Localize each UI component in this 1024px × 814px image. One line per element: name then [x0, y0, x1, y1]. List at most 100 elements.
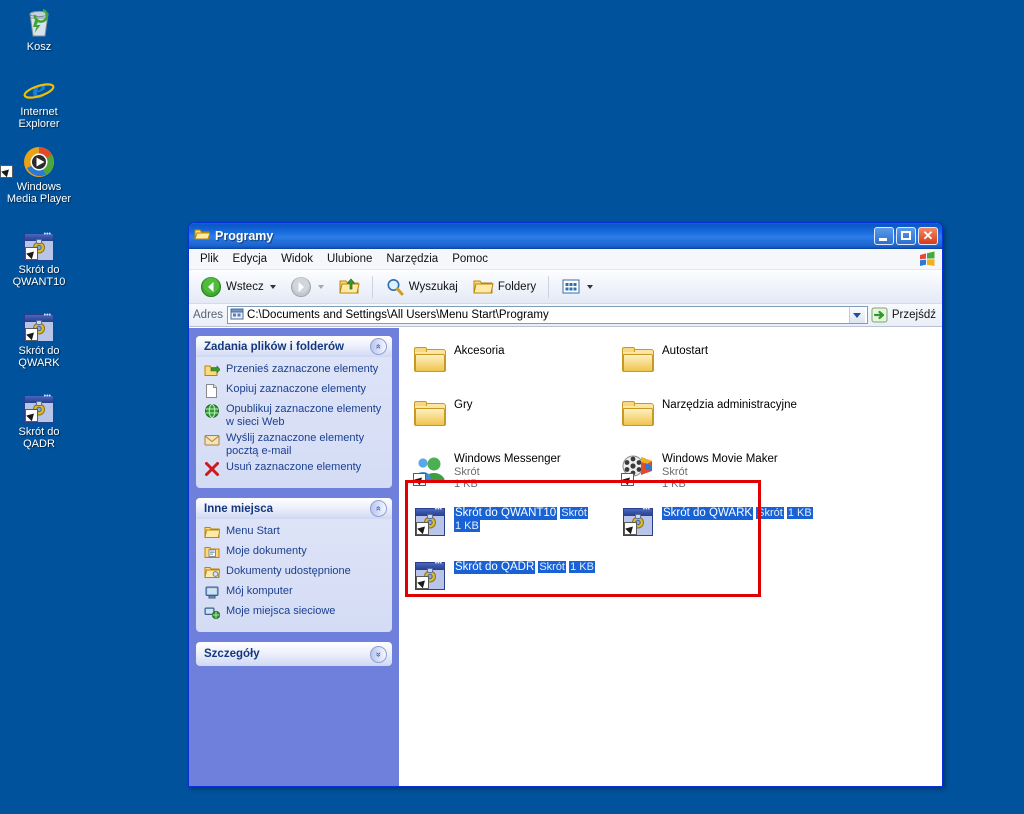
views-button[interactable]	[555, 274, 599, 300]
task-label: Przenieś zaznaczone elementy	[226, 363, 379, 375]
gear-window-icon	[0, 227, 78, 261]
chevron-down-icon[interactable]	[587, 284, 594, 289]
publish-web-icon	[204, 403, 220, 419]
menu-item-pomoc[interactable]: Pomoc	[445, 251, 495, 267]
place-my-computer[interactable]: Mój komputer	[204, 585, 386, 601]
panel-title: Zadania plików i folderów	[204, 340, 344, 353]
media-player-icon	[0, 144, 78, 178]
task-label: Opublikuj zaznaczone elementy w sieci We…	[226, 403, 382, 428]
file-type: Skrót	[662, 466, 688, 478]
panel-title: Szczegóły	[204, 648, 260, 660]
desktop-icon-windows-media-player[interactable]: Windows Media Player	[0, 144, 78, 205]
back-button[interactable]: Wstecz	[194, 272, 282, 302]
task-move-items[interactable]: Przenieś zaznaczone elementy	[204, 363, 386, 379]
desktop-icon-label: Skrót do QWANT10	[12, 264, 66, 288]
place-menu-start[interactable]: Menu Start	[204, 525, 386, 541]
address-value: C:\Documents and Settings\All Users\Menu…	[247, 309, 549, 321]
panel-header[interactable]: Inne miejsca «	[196, 498, 392, 519]
menu-item-plik[interactable]: Plik	[193, 251, 226, 267]
panel-body: Przenieś zaznaczone elementy Kopiuj zazn…	[196, 357, 392, 488]
explorer-window: Programy ✕ Plik Edycja Widok Ulubione Na…	[188, 222, 943, 787]
folders-button-label: Foldery	[497, 280, 537, 293]
desktop-icon-label: Skrót do QADR	[18, 426, 60, 450]
place-label: Menu Start	[226, 525, 280, 537]
minimize-button[interactable]	[874, 226, 894, 245]
task-delete-items[interactable]: Usuń zaznaczone elementy	[204, 461, 386, 477]
desktop-icon-recycle-bin[interactable]: Kosz	[0, 4, 78, 53]
file-item-akcesoria[interactable]: Akcesoria	[407, 340, 615, 394]
file-item-gry[interactable]: Gry	[407, 394, 615, 448]
file-item-autostart[interactable]: Autostart	[615, 340, 823, 394]
menu-item-edycja[interactable]: Edycja	[226, 251, 275, 267]
chevron-down-icon[interactable]	[269, 284, 276, 289]
desktop-icon-label: Windows Media Player	[6, 181, 72, 205]
place-my-documents[interactable]: Moje dokumenty	[204, 545, 386, 561]
gear-window-icon	[413, 504, 447, 540]
go-button[interactable]: Przejśdź	[868, 307, 942, 323]
task-email-items[interactable]: Wyślij zaznaczone elementy pocztą e-mail	[204, 432, 386, 457]
window-body: Zadania plików i folderów « Przenieś zaz…	[189, 327, 942, 786]
maximize-button[interactable]	[896, 226, 916, 245]
file-item-windows-movie-maker[interactable]: Windows Movie Maker Skrót 1 KB	[615, 448, 823, 502]
desktop-icon-shortcut-qwark[interactable]: Skrót do QWARK	[0, 308, 78, 369]
task-copy-items[interactable]: Kopiuj zaznaczone elementy	[204, 383, 386, 399]
file-name: Akcesoria	[454, 345, 505, 357]
address-dropdown-button[interactable]	[848, 307, 865, 323]
task-label: Wyślij zaznaczone elementy pocztą e-mail	[226, 432, 365, 457]
copy-items-icon	[204, 383, 220, 399]
menu-item-ulubione[interactable]: Ulubione	[320, 251, 379, 267]
move-items-icon	[204, 363, 221, 379]
views-icon	[562, 279, 580, 293]
menu-item-widok[interactable]: Widok	[274, 251, 320, 267]
file-item-narzedzia-administracyjne[interactable]: Narzędzia administracyjne	[615, 394, 823, 448]
file-item-windows-messenger[interactable]: Windows Messenger Skrót 1 KB	[407, 448, 615, 502]
file-item-skrot-do-qadr[interactable]: Skrót do QADR Skrót 1 KB	[407, 556, 615, 610]
panel-header[interactable]: Szczegóły »	[196, 642, 392, 666]
file-item-skrot-do-qwant10[interactable]: Skrót do QWANT10 Skrót 1 KB	[407, 502, 615, 556]
chevron-down-icon	[317, 284, 324, 289]
file-type: Skrót	[538, 561, 566, 573]
folders-button[interactable]: Foldery	[466, 273, 542, 301]
folder-icon	[621, 342, 655, 378]
address-input[interactable]: C:\Documents and Settings\All Users\Menu…	[227, 306, 868, 324]
search-button[interactable]: Wyszukaj	[379, 273, 464, 301]
shortcut-overlay-icon	[0, 165, 13, 178]
up-button[interactable]	[332, 273, 366, 301]
file-grid: Akcesoria Autostart Gry Narzędzia admini…	[407, 340, 942, 610]
menu-item-narzedzia[interactable]: Narzędzia	[379, 251, 445, 267]
file-size: 1 KB	[454, 478, 478, 490]
file-size: 1 KB	[662, 478, 686, 490]
shortcut-overlay-icon	[413, 473, 426, 486]
place-shared-documents[interactable]: Dokumenty udostępnione	[204, 565, 386, 581]
gear-window-icon	[413, 558, 447, 594]
file-name: Windows Messenger	[454, 453, 561, 465]
chevron-down-icon[interactable]: »	[370, 645, 387, 663]
desktop-icon-internet-explorer[interactable]: e Internet Explorer	[0, 69, 78, 130]
place-network-places[interactable]: Moje miejsca sieciowe	[204, 605, 386, 621]
panel-header[interactable]: Zadania plików i folderów «	[196, 336, 392, 357]
panel-details: Szczegóły »	[196, 642, 392, 666]
file-name: Skrót do QWANT10	[454, 507, 558, 520]
address-label: Adres	[193, 309, 224, 321]
chevron-up-icon[interactable]: «	[370, 500, 387, 517]
desktop-icon-shortcut-qadr[interactable]: Skrót do QADR	[0, 389, 78, 450]
chevron-up-icon[interactable]: «	[370, 338, 387, 355]
file-list[interactable]: Akcesoria Autostart Gry Narzędzia admini…	[399, 328, 942, 786]
delete-x-icon	[204, 461, 220, 477]
shortcut-overlay-icon	[416, 576, 429, 589]
task-publish-web[interactable]: Opublikuj zaznaczone elementy w sieci We…	[204, 403, 386, 428]
go-button-label: Przejśdź	[891, 309, 936, 321]
desktop-icon-shortcut-qwant10[interactable]: Skrót do QWANT10	[0, 227, 78, 288]
folder-icon	[621, 396, 655, 432]
close-button[interactable]: ✕	[918, 226, 938, 245]
forward-arrow-icon	[290, 276, 311, 297]
file-item-skrot-do-qwark[interactable]: Skrót do QWARK Skrót 1 KB	[615, 502, 823, 556]
gear-window-icon	[0, 308, 78, 342]
screen: Kosz e Internet Explorer Windows Media P…	[0, 0, 1024, 814]
window-controls: ✕	[874, 226, 940, 245]
shortcut-overlay-icon	[416, 522, 429, 535]
my-documents-icon	[204, 545, 220, 561]
window-titlebar[interactable]: Programy ✕	[189, 223, 942, 249]
place-label: Mój komputer	[226, 585, 293, 597]
menu-bar: Plik Edycja Widok Ulubione Narzędzia Pom…	[189, 249, 942, 270]
